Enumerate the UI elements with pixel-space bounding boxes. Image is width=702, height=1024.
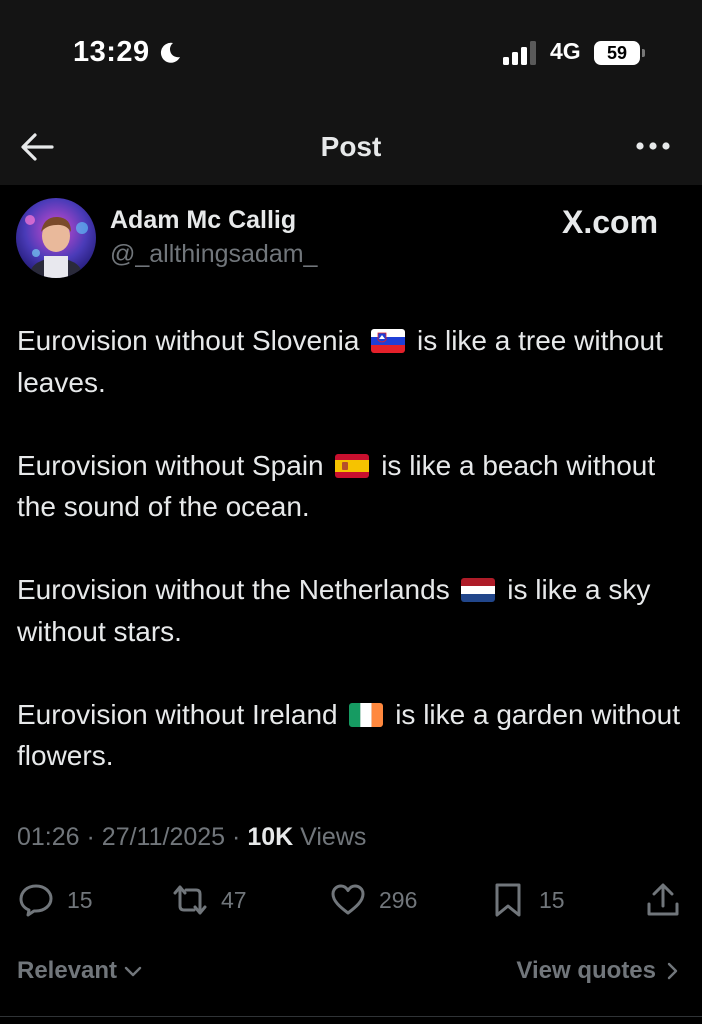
slovenia-flag-icon	[371, 329, 406, 353]
repost-icon	[173, 885, 207, 915]
sort-replies-dropdown[interactable]: Relevant	[17, 957, 143, 985]
signal-icon	[503, 41, 536, 65]
reply-icon	[19, 884, 53, 917]
chevron-down-icon	[124, 966, 142, 977]
status-time: 13:29	[73, 36, 150, 68]
source-watermark: X.com	[562, 204, 659, 240]
nav-bar: Post	[0, 110, 702, 185]
post-paragraph: Eurovision without Spain is like a beach…	[17, 449, 656, 523]
reply-count: 15	[67, 886, 93, 913]
share-button[interactable]	[645, 880, 681, 920]
more-icon[interactable]	[634, 137, 672, 155]
reply-button[interactable]: 15	[18, 880, 93, 920]
sort-label: Relevant	[17, 957, 118, 984]
post-meta: 01:26 · 27/11/2025 · 10K Views	[17, 823, 366, 852]
status-bar: 13:29 4G 59	[0, 0, 702, 110]
post-time: 01:26	[17, 823, 80, 851]
spain-flag-icon	[335, 453, 370, 478]
like-button[interactable]: 296	[330, 880, 417, 920]
author-name[interactable]: Adam Mc Callig	[110, 206, 296, 235]
action-bar: 15 47 296 15	[0, 880, 702, 924]
page-title: Post	[320, 131, 382, 162]
avatar[interactable]	[16, 198, 96, 278]
bookmark-icon	[495, 883, 521, 917]
netherlands-flag-icon	[461, 578, 496, 602]
view-quotes-link[interactable]: View quotes	[516, 957, 682, 985]
chevron-right-icon	[667, 962, 678, 980]
view-quotes-label: View quotes	[516, 957, 656, 984]
views-label[interactable]: Views	[300, 823, 366, 851]
meta-separator: ·	[232, 823, 241, 851]
post-paragraph: Eurovision without Slovenia is like a tr…	[17, 325, 663, 398]
divider	[0, 1016, 702, 1017]
post-date: 27/11/2025	[101, 823, 226, 851]
views-count: 10K	[247, 823, 294, 851]
meta-separator: ·	[86, 823, 95, 851]
ireland-flag-icon	[349, 702, 384, 727]
share-icon	[647, 883, 679, 916]
bookmark-button[interactable]: 15	[490, 880, 565, 920]
author-handle[interactable]: @_allthingsadam_	[110, 240, 317, 269]
post-text: Eurovision without Slovenia is like a tr…	[17, 320, 687, 818]
bookmark-count: 15	[539, 886, 565, 913]
moon-icon	[160, 42, 180, 63]
repost-button[interactable]: 47	[172, 880, 247, 920]
like-count: 296	[379, 886, 418, 913]
heart-icon	[331, 884, 365, 915]
post-paragraph: Eurovision without the Netherlands is li…	[17, 574, 651, 647]
battery-level: 59	[606, 43, 628, 63]
battery-icon: 59	[594, 41, 646, 65]
network-type: 4G	[550, 38, 581, 64]
post-paragraph: Eurovision without Ireland is like a gar…	[17, 698, 681, 772]
repost-count: 47	[221, 886, 247, 913]
